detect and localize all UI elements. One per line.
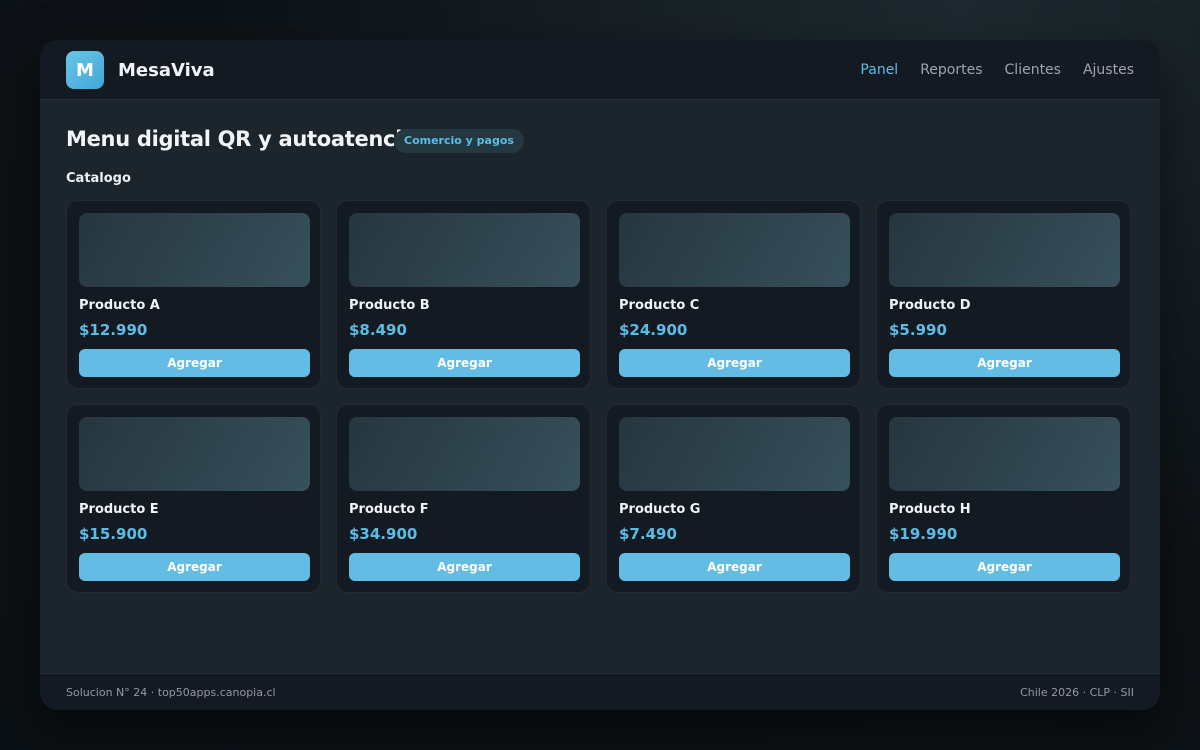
product-name: Producto A	[79, 298, 160, 313]
product-price: $5.990	[889, 321, 947, 339]
product-price: $7.490	[619, 525, 677, 543]
product-image	[79, 417, 310, 491]
product-card: Producto C $24.900 Agregar	[606, 200, 861, 389]
product-image	[619, 213, 850, 287]
add-button[interactable]: Agregar	[619, 553, 850, 581]
product-price: $19.990	[889, 525, 958, 543]
product-card: Producto A $12.990 Agregar	[66, 200, 321, 389]
add-button[interactable]: Agregar	[79, 349, 310, 377]
product-price: $15.900	[79, 525, 148, 543]
section-title: Catalogo	[66, 171, 131, 186]
product-image	[349, 213, 580, 287]
product-name: Producto E	[79, 502, 159, 517]
product-grid: Producto A $12.990 Agregar Producto B $8…	[66, 200, 1134, 593]
footer-locale: Chile 2026 · CLP · SII	[1020, 686, 1134, 699]
product-card: Producto E $15.900 Agregar	[66, 404, 321, 593]
product-card: Producto D $5.990 Agregar	[876, 200, 1131, 389]
page-title: Menu digital QR y autoatencion	[66, 127, 431, 151]
product-name: Producto B	[349, 298, 430, 313]
add-button[interactable]: Agregar	[889, 553, 1120, 581]
brand-name: MesaViva	[118, 60, 215, 81]
add-button[interactable]: Agregar	[349, 553, 580, 581]
footer: Solucion N° 24 · top50apps.canopia.cl Ch…	[40, 673, 1160, 710]
nav-item-panel[interactable]: Panel	[860, 61, 898, 79]
product-name: Producto H	[889, 502, 971, 517]
product-card: Producto B $8.490 Agregar	[336, 200, 591, 389]
nav-item-clientes[interactable]: Clientes	[1005, 61, 1061, 79]
product-card: Producto H $19.990 Agregar	[876, 404, 1131, 593]
product-card: Producto F $34.900 Agregar	[336, 404, 591, 593]
product-name: Producto G	[619, 502, 701, 517]
nav-item-reportes[interactable]: Reportes	[920, 61, 982, 79]
product-price: $24.900	[619, 321, 688, 339]
product-price: $34.900	[349, 525, 418, 543]
add-button[interactable]: Agregar	[79, 553, 310, 581]
app-logo[interactable]: M	[66, 51, 104, 89]
add-button[interactable]: Agregar	[889, 349, 1120, 377]
top-bar: M MesaViva Panel Reportes Clientes Ajust…	[40, 40, 1160, 100]
product-image	[619, 417, 850, 491]
product-name: Producto D	[889, 298, 971, 313]
add-button[interactable]: Agregar	[619, 349, 850, 377]
product-image	[889, 213, 1120, 287]
app-window: M MesaViva Panel Reportes Clientes Ajust…	[40, 40, 1160, 710]
footer-credit: Solucion N° 24 · top50apps.canopia.cl	[66, 686, 276, 699]
product-image	[889, 417, 1120, 491]
product-card: Producto G $7.490 Agregar	[606, 404, 861, 593]
main-nav: Panel Reportes Clientes Ajustes	[860, 61, 1134, 79]
add-button[interactable]: Agregar	[349, 349, 580, 377]
product-name: Producto F	[349, 502, 429, 517]
product-image	[349, 417, 580, 491]
nav-item-ajustes[interactable]: Ajustes	[1083, 61, 1134, 79]
product-price: $12.990	[79, 321, 148, 339]
product-name: Producto C	[619, 298, 700, 313]
product-image	[79, 213, 310, 287]
category-badge: Comercio y pagos	[394, 129, 524, 153]
product-price: $8.490	[349, 321, 407, 339]
